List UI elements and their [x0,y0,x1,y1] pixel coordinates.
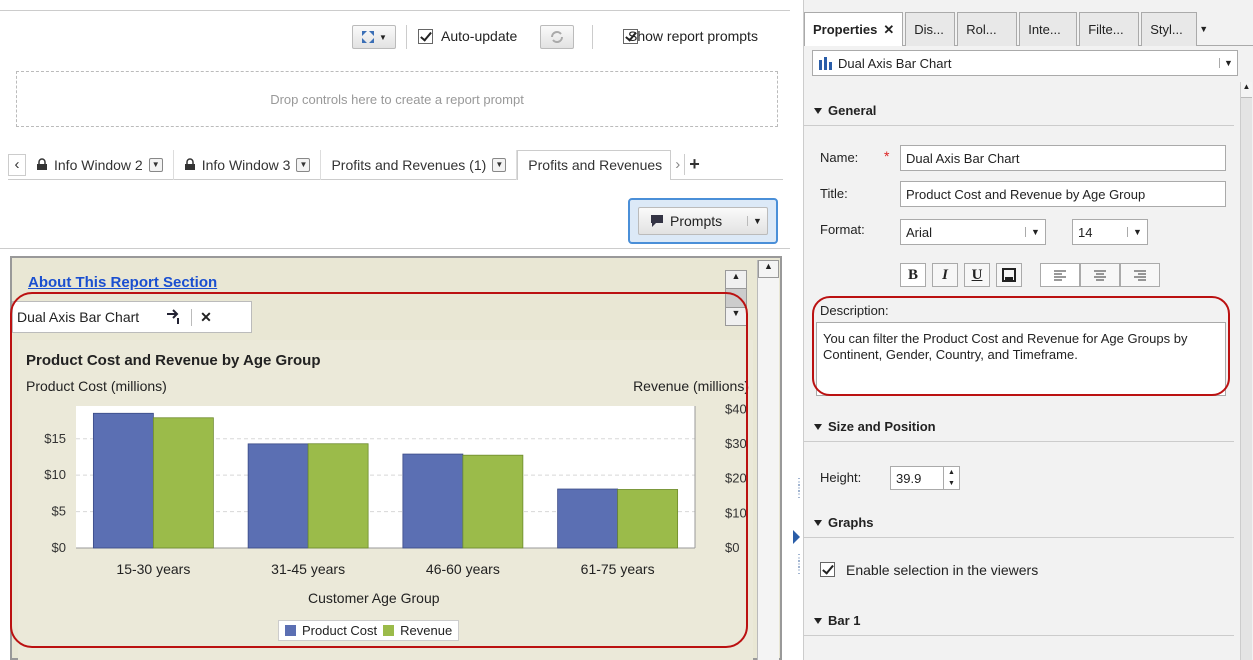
bar-chart-icon [818,56,834,70]
lock-icon [184,158,196,171]
properties-panel: Properties ✕ Dis... Rol... Inte... Filte.… [803,0,1253,660]
graphs-group-header[interactable]: Graphs [804,508,1234,538]
height-spinner[interactable]: 39.9 ▲ ▼ [890,466,960,490]
section-tab-bar: ‹ Info Window 2 ▼ Info Window 3 ▼ Profit… [8,149,783,180]
panel-splitter[interactable]: ⋮ ⋮ ⋮ ⋮ ⋮ ⋮ [791,478,804,590]
chevron-down-icon[interactable]: ▼ [747,216,767,226]
size-position-group-header[interactable]: Size and Position [804,412,1234,442]
chevron-down-icon: ▼ [1025,227,1045,237]
refresh-icon [549,29,565,45]
required-asterisk: * [884,148,890,164]
lock-icon [36,158,48,171]
tab-scroll-left-icon[interactable]: ‹ [8,153,26,176]
add-tab-icon[interactable]: + [684,154,704,175]
expand-triangle-icon [814,107,822,114]
tab-interactions[interactable]: Inte... [1019,12,1078,46]
name-field[interactable]: Dual Axis Bar Chart [900,145,1226,171]
name-label: Name: [820,150,859,165]
tab-info-window-3[interactable]: Info Window 3 ▼ [174,149,322,180]
report-canvas: ▼ Auto-update Show report prompts Drop c… [0,0,790,660]
height-label: Height: [820,470,862,485]
chevron-down-icon[interactable]: ▼ [1199,24,1208,34]
bar1-group-header[interactable]: Bar 1 [804,606,1234,636]
auto-update-checkbox[interactable] [418,29,433,44]
refresh-button[interactable] [540,25,574,49]
format-buttons: B I U [900,263,1160,287]
stepper-arrows-icon[interactable]: ▲ ▼ [943,467,959,489]
show-prompts-label: Show report prompts [628,28,758,44]
enable-selection-label: Enable selection in the viewers [846,562,1039,578]
align-right-icon [1133,269,1147,281]
tab-roles[interactable]: Rol... [957,12,1018,46]
expand-icon [361,30,375,44]
tab-styles[interactable]: Styl... [1141,12,1198,46]
expand-triangle-icon [814,423,822,430]
align-center-icon [1093,269,1107,281]
tab-properties[interactable]: Properties ✕ [804,12,904,46]
prompt-drop-zone[interactable]: Drop controls here to create a report pr… [16,71,778,127]
underline-button[interactable]: U [964,263,990,287]
text-color-button[interactable] [996,263,1022,287]
chevron-down-icon: ▼ [379,32,387,42]
object-selector[interactable]: Dual Axis Bar Chart ▼ [812,50,1238,76]
align-left-icon [1053,269,1067,281]
properties-scrollbar[interactable]: ▲ [1240,82,1252,660]
chevron-down-icon: ▼ [1127,227,1147,237]
report-toolbar: ▼ Auto-update Show report prompts [0,10,790,60]
italic-button[interactable]: I [932,263,958,287]
tab-scroll-right-icon[interactable]: › [671,156,684,173]
prompts-button[interactable]: Prompts ▼ [638,207,768,235]
format-label: Format: [820,222,865,237]
close-icon[interactable]: ✕ [883,22,894,38]
properties-tab-bar: Properties ✕ Dis... Rol... Inte... Filte.… [804,12,1253,46]
auto-update-label: Auto-update [441,28,518,44]
collapse-panel-icon[interactable] [793,530,800,544]
tab-profits-revenues-1[interactable]: Profits and Revenues (1) ▼ [321,149,518,180]
chevron-down-icon: ▼ [1219,58,1237,68]
tab-profits-revenues[interactable]: Profits and Revenues [517,149,672,180]
main-scrollbar[interactable]: ▲ [757,260,779,660]
expand-button[interactable]: ▼ [352,25,396,49]
font-size-select[interactable]: 14 ▼ [1072,219,1148,245]
prompts-button-wrapper: Prompts ▼ [628,198,778,244]
expand-triangle-icon [814,519,822,526]
text-color-icon [1002,268,1016,282]
general-group-header[interactable]: General [804,96,1234,126]
highlight-oval [812,296,1230,396]
align-center-button[interactable] [1080,263,1120,287]
title-field[interactable]: Product Cost and Revenue by Age Group [900,181,1226,207]
tab-info-window-2[interactable]: Info Window 2 ▼ [26,149,174,180]
tab-filters[interactable]: Filte... [1079,12,1140,46]
tab-menu-icon[interactable]: ▼ [148,157,163,172]
tab-display-rules[interactable]: Dis... [905,12,956,46]
align-right-button[interactable] [1120,263,1160,287]
speech-bubble-icon [649,214,665,228]
about-section-link[interactable]: About This Report Section [28,274,217,291]
tab-menu-icon[interactable]: ▼ [492,157,507,172]
expand-triangle-icon [814,617,822,624]
font-select[interactable]: Arial ▼ [900,219,1046,245]
bold-button[interactable]: B [900,263,926,287]
tab-menu-icon[interactable]: ▼ [296,157,311,172]
highlight-oval [10,292,748,648]
enable-selection-checkbox[interactable] [820,562,835,577]
alignment-group [1040,263,1160,287]
align-left-button[interactable] [1040,263,1080,287]
title-label: Title: [820,186,848,201]
